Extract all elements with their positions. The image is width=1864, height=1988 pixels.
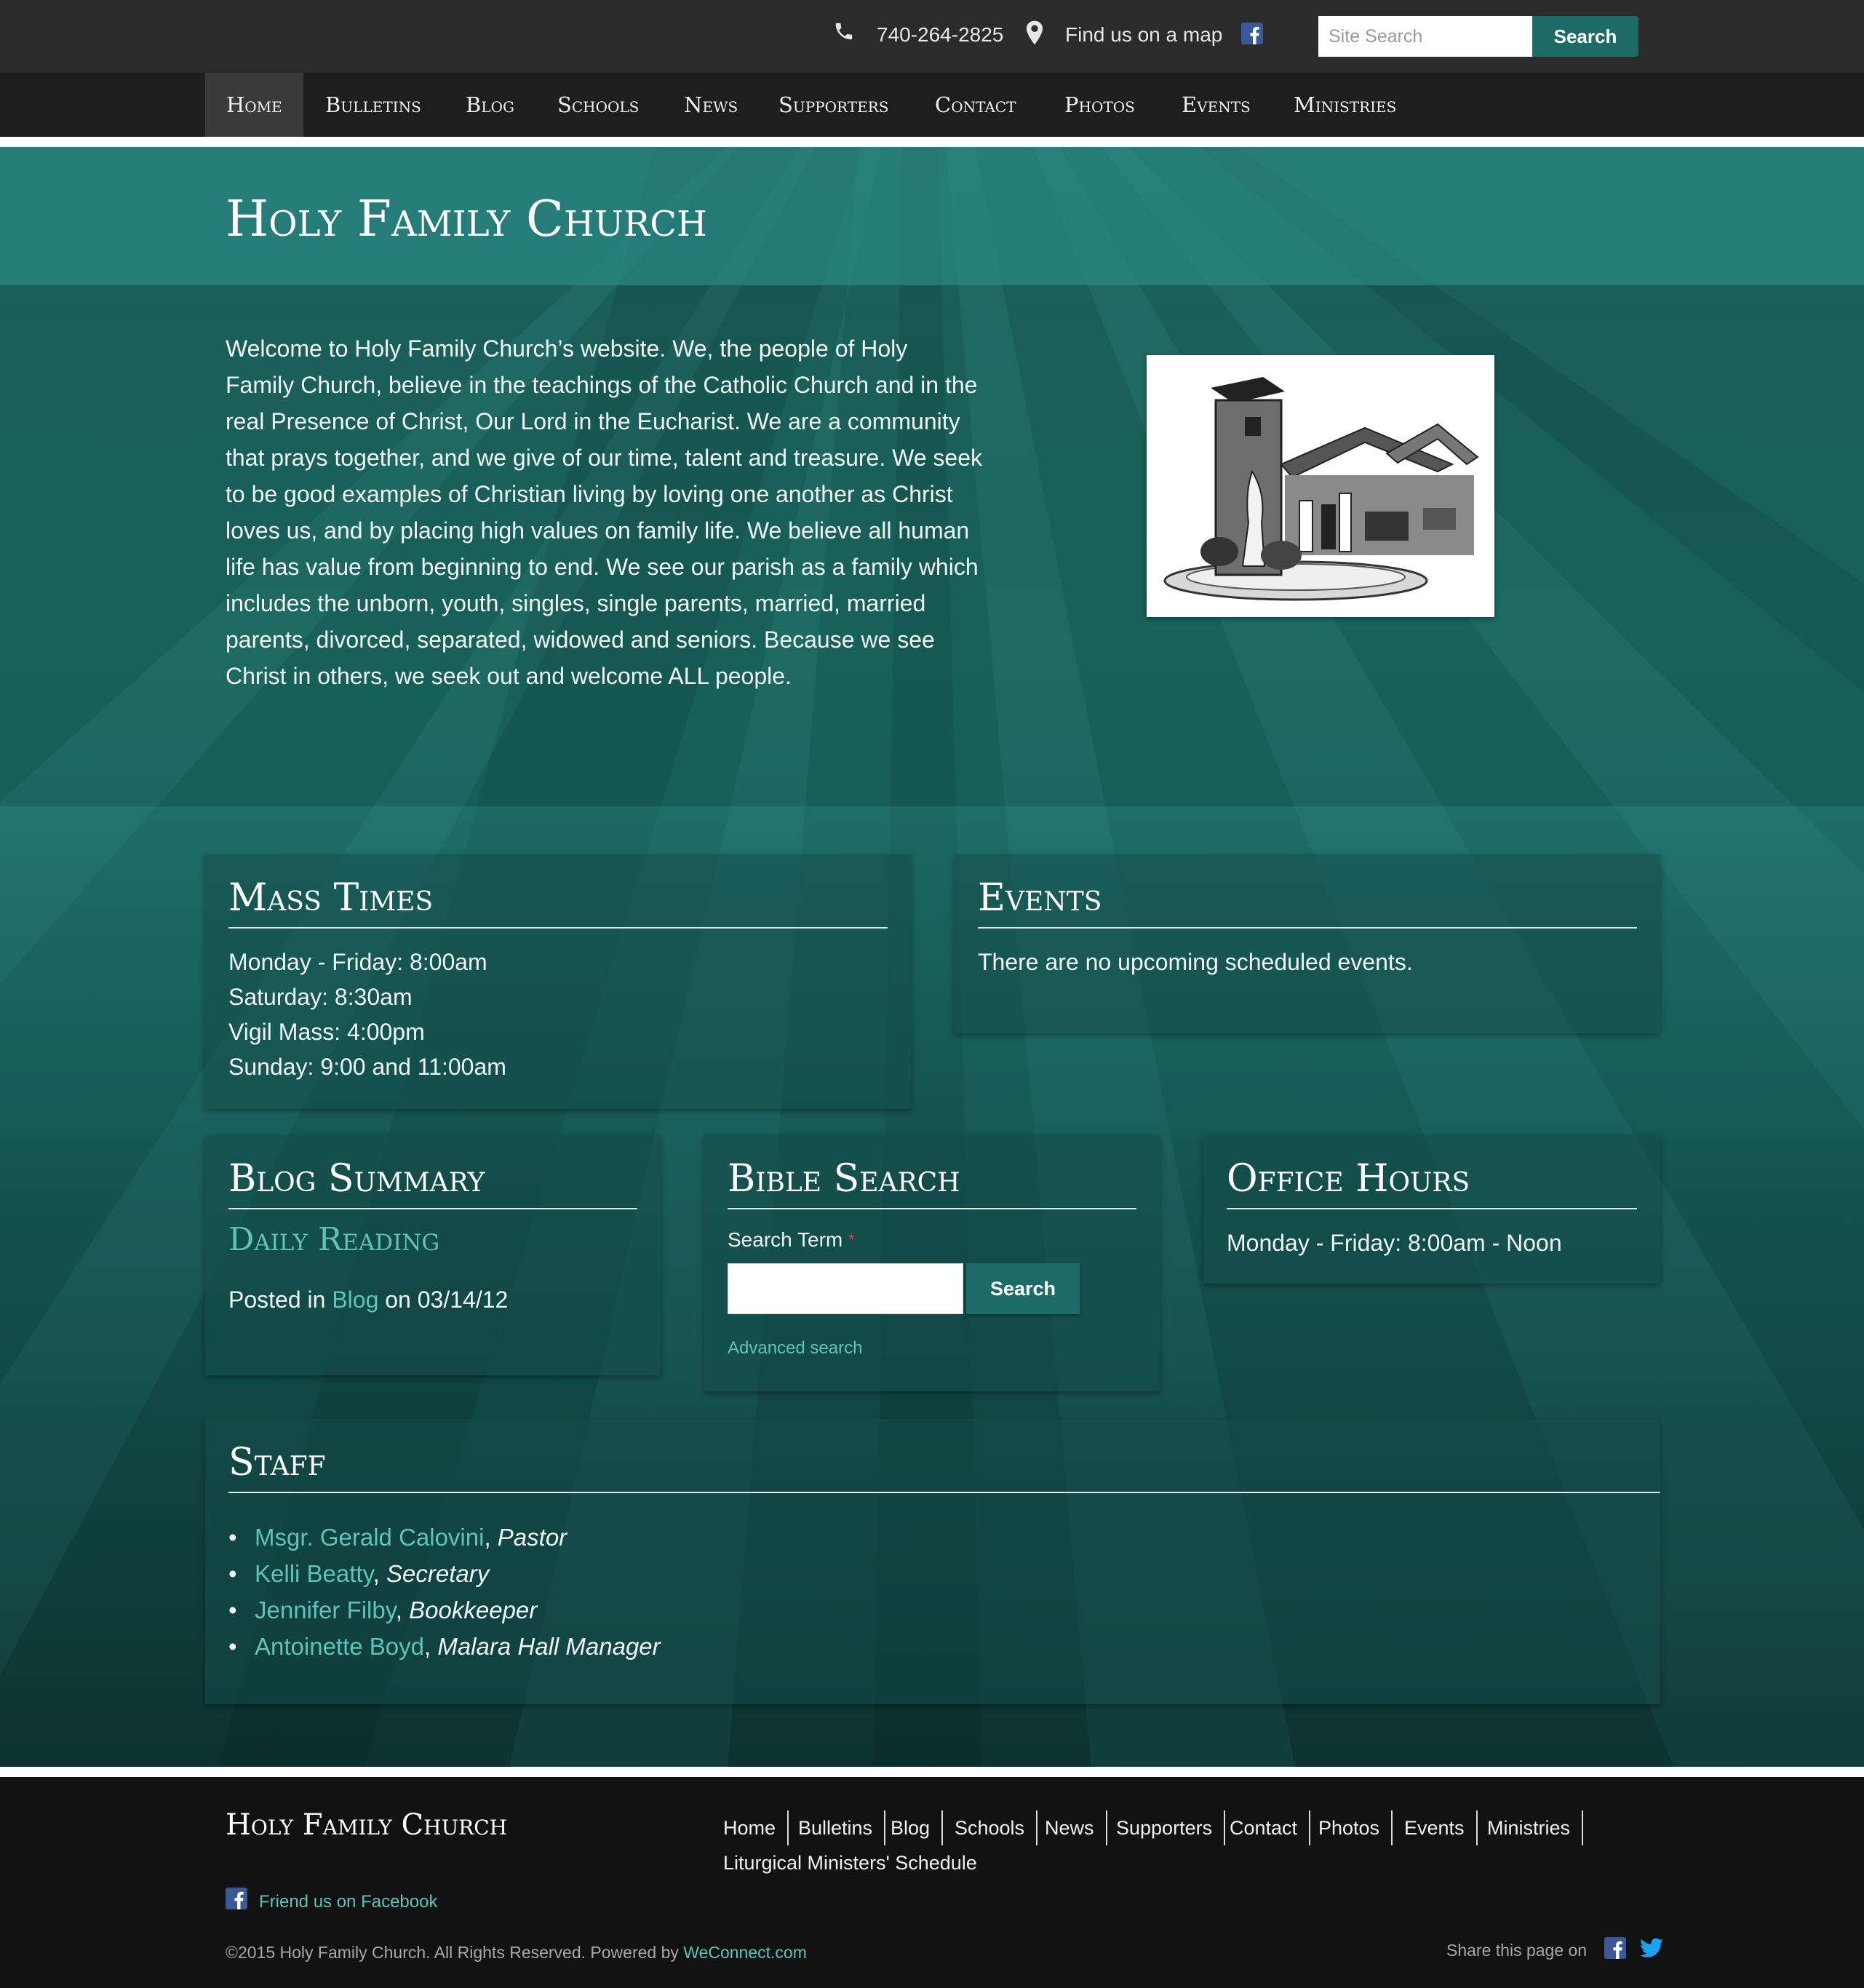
page-title: Holy Family Church [226,191,707,248]
search-term-label: Search Term * [728,1225,855,1255]
staff-member: Kelli Beatty, Secretary [228,1556,661,1592]
copyright-text: ©2015 Holy Family Church. All Rights Res… [226,1943,679,1962]
mass-time-line: Sunday: 9:00 and 11:00am [228,1054,506,1080]
footer-title: Holy Family Church [226,1808,508,1842]
staff-panel: Staff Msgr. Gerald Calovini, Pastor Kell… [205,1419,1660,1704]
facebook-icon[interactable] [1241,23,1263,52]
nav-item-schools[interactable]: Schools [536,73,660,137]
divider [1227,1208,1637,1209]
mass-times-panel: Mass Times Monday - Friday: 8:00am Satur… [205,854,911,1109]
blog-category-link[interactable]: Blog [332,1287,378,1313]
nav-item-ministries[interactable]: Ministries [1272,73,1417,137]
facebook-icon [226,1888,247,1917]
footer-nav-liturgical-schedule[interactable]: Liturgical Ministers' Schedule [723,1845,977,1880]
map-link[interactable]: Find us on a map [1065,20,1222,49]
footer-nav-bulletins[interactable]: Bulletins [786,1810,886,1845]
blog-post-link[interactable]: Daily Reading [228,1218,439,1262]
copyright: ©2015 Holy Family Church. All Rights Res… [226,1941,807,1963]
staff-name-link[interactable]: Antoinette Boyd [255,1633,424,1660]
required-mark: * [848,1230,855,1249]
top-utility-bar: 740-264-2825 Find us on a map Search [0,0,1864,73]
staff-name-link[interactable]: Msgr. Gerald Calovini [255,1524,484,1551]
site-search-input[interactable] [1318,16,1532,57]
staff-role: Malara Hall Manager [437,1633,661,1660]
footer: Holy Family Church Home Bulletins Blog S… [0,1777,1864,1988]
events-empty-text: There are no upcoming scheduled events. [978,949,1413,975]
staff-list: Msgr. Gerald Calovini, Pastor Kelli Beat… [228,1519,661,1665]
main-content: Holy Family Church Welcome to Holy Famil… [0,147,1864,1767]
divider [978,927,1637,929]
nav-item-events[interactable]: Events [1160,73,1272,137]
twitter-icon[interactable] [1639,1938,1663,1965]
footer-nav-photos[interactable]: Photos [1307,1810,1393,1845]
advanced-search-link[interactable]: Advanced search [728,1336,862,1361]
footer-nav-news[interactable]: News [1033,1810,1107,1845]
footer-nav-events[interactable]: Events [1393,1810,1478,1845]
nav-item-supporters[interactable]: Supporters [757,73,909,137]
staff-role: Bookkeeper [409,1597,538,1623]
bible-search-button[interactable]: Search [966,1263,1080,1314]
phone-number[interactable]: 740-264-2825 [877,20,1003,49]
staff-title: Staff [228,1441,326,1484]
blog-summary-title: Blog Summary [228,1157,485,1201]
staff-name-link[interactable]: Kelli Beatty [255,1560,373,1587]
nav-item-contact[interactable]: Contact [914,73,1037,137]
facebook-friend-link[interactable]: Friend us on Facebook [226,1888,437,1914]
nav-item-photos[interactable]: Photos [1043,73,1156,137]
events-title: Events [978,876,1102,920]
welcome-text: Welcome to Holy Family Church’s website.… [226,335,982,689]
map-pin-icon [1024,20,1045,53]
staff-member: Antoinette Boyd, Malara Hall Manager [228,1629,661,1665]
mass-time-line: Vigil Mass: 4:00pm [228,1019,425,1045]
blog-summary-panel: Blog Summary Daily Reading Posted in Blo… [205,1135,661,1375]
footer-nav-home[interactable]: Home [712,1810,789,1845]
facebook-icon[interactable] [1604,1937,1627,1966]
posted-in-label: Posted in [228,1287,326,1313]
divider [228,927,888,929]
footer-divider [0,1767,1864,1777]
mass-times-title: Mass Times [228,876,434,920]
share-bar: Share this page on [1446,1937,1663,1966]
on-label: on [385,1287,411,1313]
footer-nav-schools[interactable]: Schools [943,1810,1038,1845]
mass-time-line: Monday - Friday: 8:00am [228,949,487,975]
footer-nav-supporters[interactable]: Supporters [1104,1810,1226,1845]
events-panel: Events There are no upcoming scheduled e… [955,854,1660,1033]
search-term-label-text: Search Term [728,1228,843,1251]
office-hours-panel: Office Hours Monday - Friday: 8:00am - N… [1203,1135,1660,1284]
office-hours-text: Monday - Friday: 8:00am - Noon [1227,1230,1562,1256]
footer-nav-blog[interactable]: Blog [879,1810,944,1845]
staff-name-link[interactable]: Jennifer Filby [255,1597,396,1623]
bible-search-title: Bible Search [728,1157,960,1201]
nav-divider [0,137,1864,147]
divider [728,1208,1136,1209]
nav-item-bulletins[interactable]: Bulletins [304,73,442,137]
mass-time-line: Saturday: 8:30am [228,984,413,1010]
divider [228,1208,637,1209]
staff-member: Msgr. Gerald Calovini, Pastor [228,1519,661,1556]
staff-role: Pastor [497,1524,567,1551]
site-search-button[interactable]: Search [1532,16,1638,57]
nav-item-news[interactable]: News [663,73,759,137]
blog-post-date: 03/14/12 [417,1287,509,1313]
weconnect-link[interactable]: WeConnect.com [683,1943,807,1962]
phone-icon [833,20,855,50]
church-drawing-image [1147,355,1494,617]
staff-member: Jennifer Filby, Bookkeeper [228,1592,661,1629]
divider [228,1492,1660,1493]
footer-nav-ministries[interactable]: Ministries [1475,1810,1584,1845]
footer-nav-contact[interactable]: Contact [1218,1810,1311,1845]
nav-item-blog[interactable]: Blog [445,73,535,137]
facebook-friend-text: Friend us on Facebook [259,1891,438,1912]
bible-search-panel: Bible Search Search Term * Search Advanc… [704,1135,1160,1391]
main-nav: Home Bulletins Blog Schools News Support… [0,73,1864,137]
bible-search-input[interactable] [728,1263,963,1314]
nav-item-home[interactable]: Home [205,73,303,137]
office-hours-title: Office Hours [1227,1157,1470,1201]
staff-role: Secretary [386,1560,490,1587]
share-label: Share this page on [1446,1941,1588,1960]
blog-post-meta: Posted in Blog on 03/14/12 [228,1282,508,1317]
